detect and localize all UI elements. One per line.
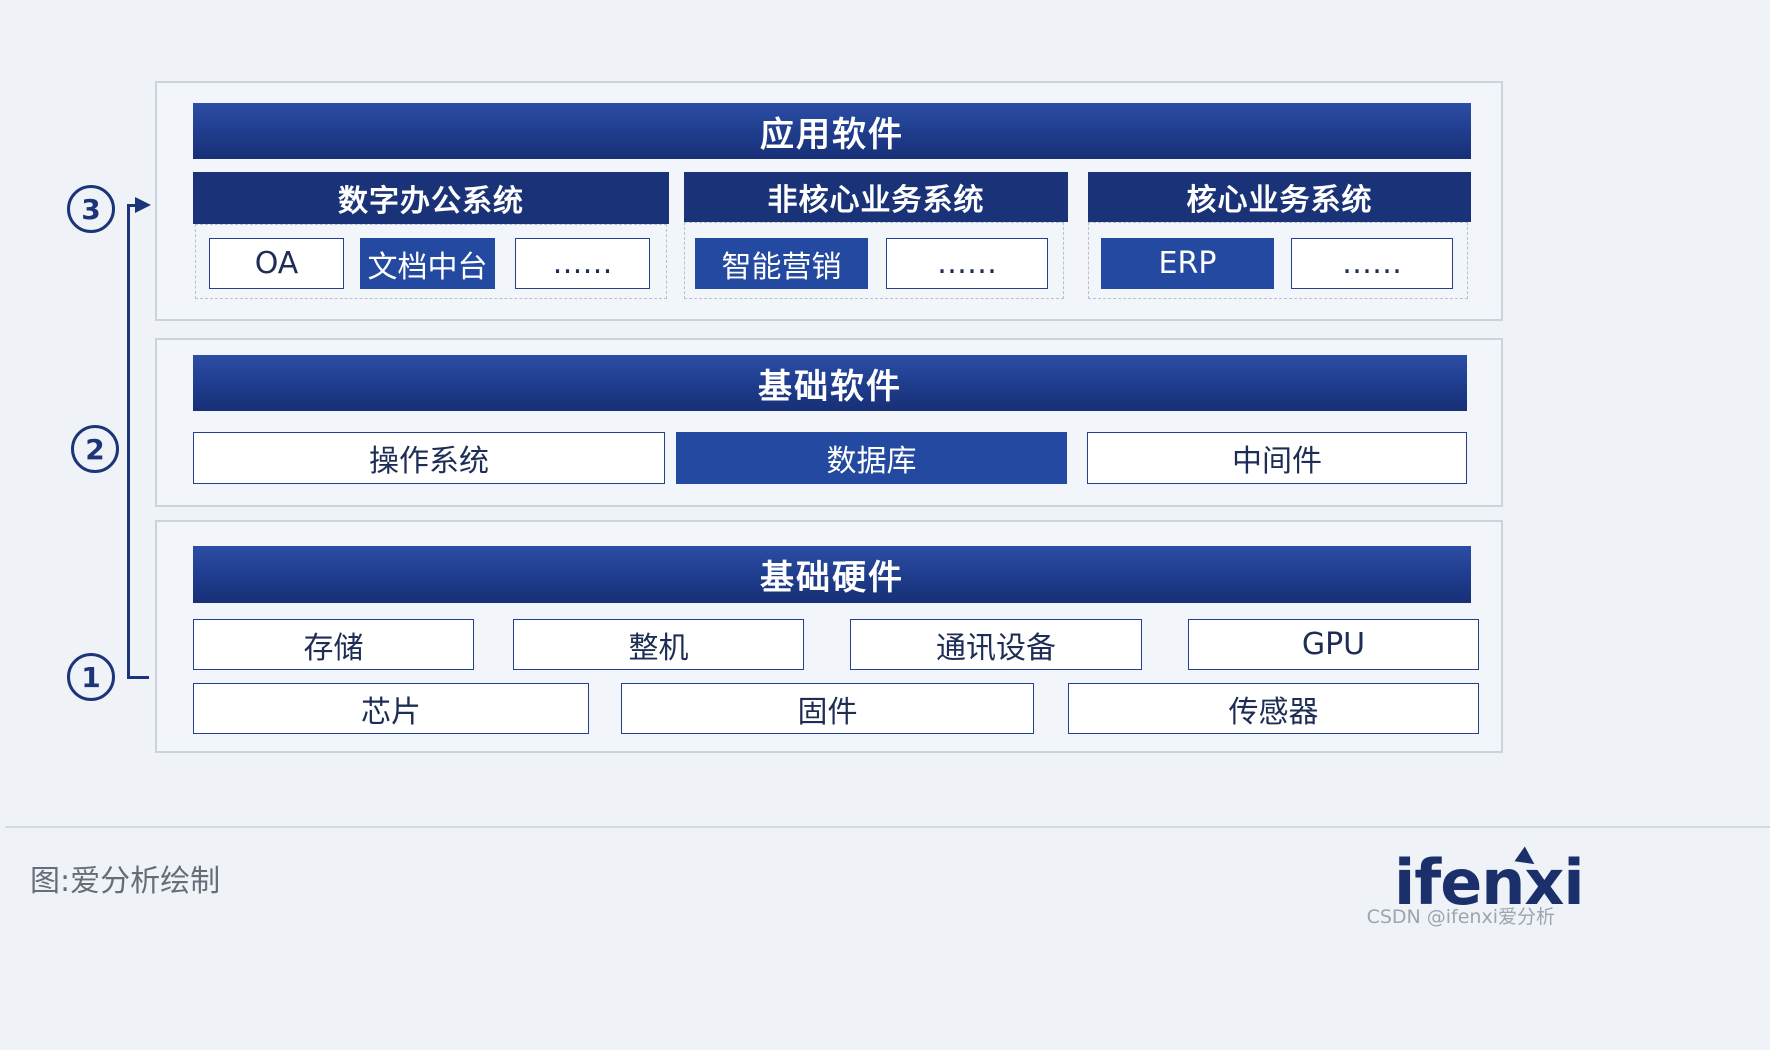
core-more-box: …… xyxy=(1291,238,1453,289)
communication-equipment-box: 通讯设备 xyxy=(850,619,1142,670)
digital-office-header: 数字办公系统 xyxy=(193,172,669,224)
storage-box: 存储 xyxy=(193,619,474,670)
application-software-header: 应用软件 xyxy=(193,103,1471,159)
office-more-box: …… xyxy=(515,238,650,289)
connector-vertical-line xyxy=(127,204,130,678)
figure-caption: 图:爱分析绘制 xyxy=(30,864,221,899)
csdn-watermark: CSDN @ifenxi爱分析 xyxy=(1366,906,1555,928)
erp-box: ERP xyxy=(1101,238,1274,289)
step-3-circle: 3 xyxy=(67,185,115,233)
footer-divider xyxy=(5,826,1770,828)
sensor-box: 传感器 xyxy=(1068,683,1479,734)
chip-box: 芯片 xyxy=(193,683,589,734)
connector-arrow-icon xyxy=(135,197,151,213)
base-hardware-header: 基础硬件 xyxy=(193,546,1471,603)
base-software-header: 基础软件 xyxy=(193,355,1467,411)
database-box: 数据库 xyxy=(676,432,1067,484)
connector-bottom-line xyxy=(127,676,149,679)
step-2-circle: 2 xyxy=(71,425,119,473)
oa-box: OA xyxy=(209,238,344,289)
gpu-box: GPU xyxy=(1188,619,1479,670)
smart-marketing-box: 智能营销 xyxy=(695,238,868,289)
non-core-business-header: 非核心业务系统 xyxy=(684,172,1068,222)
firmware-box: 固件 xyxy=(621,683,1034,734)
operating-system-box: 操作系统 xyxy=(193,432,665,484)
middleware-box: 中间件 xyxy=(1087,432,1467,484)
document-platform-box: 文档中台 xyxy=(360,238,495,289)
complete-machine-box: 整机 xyxy=(513,619,804,670)
step-1-circle: 1 xyxy=(67,653,115,701)
core-business-header: 核心业务系统 xyxy=(1088,172,1471,222)
non-core-more-box: …… xyxy=(886,238,1048,289)
